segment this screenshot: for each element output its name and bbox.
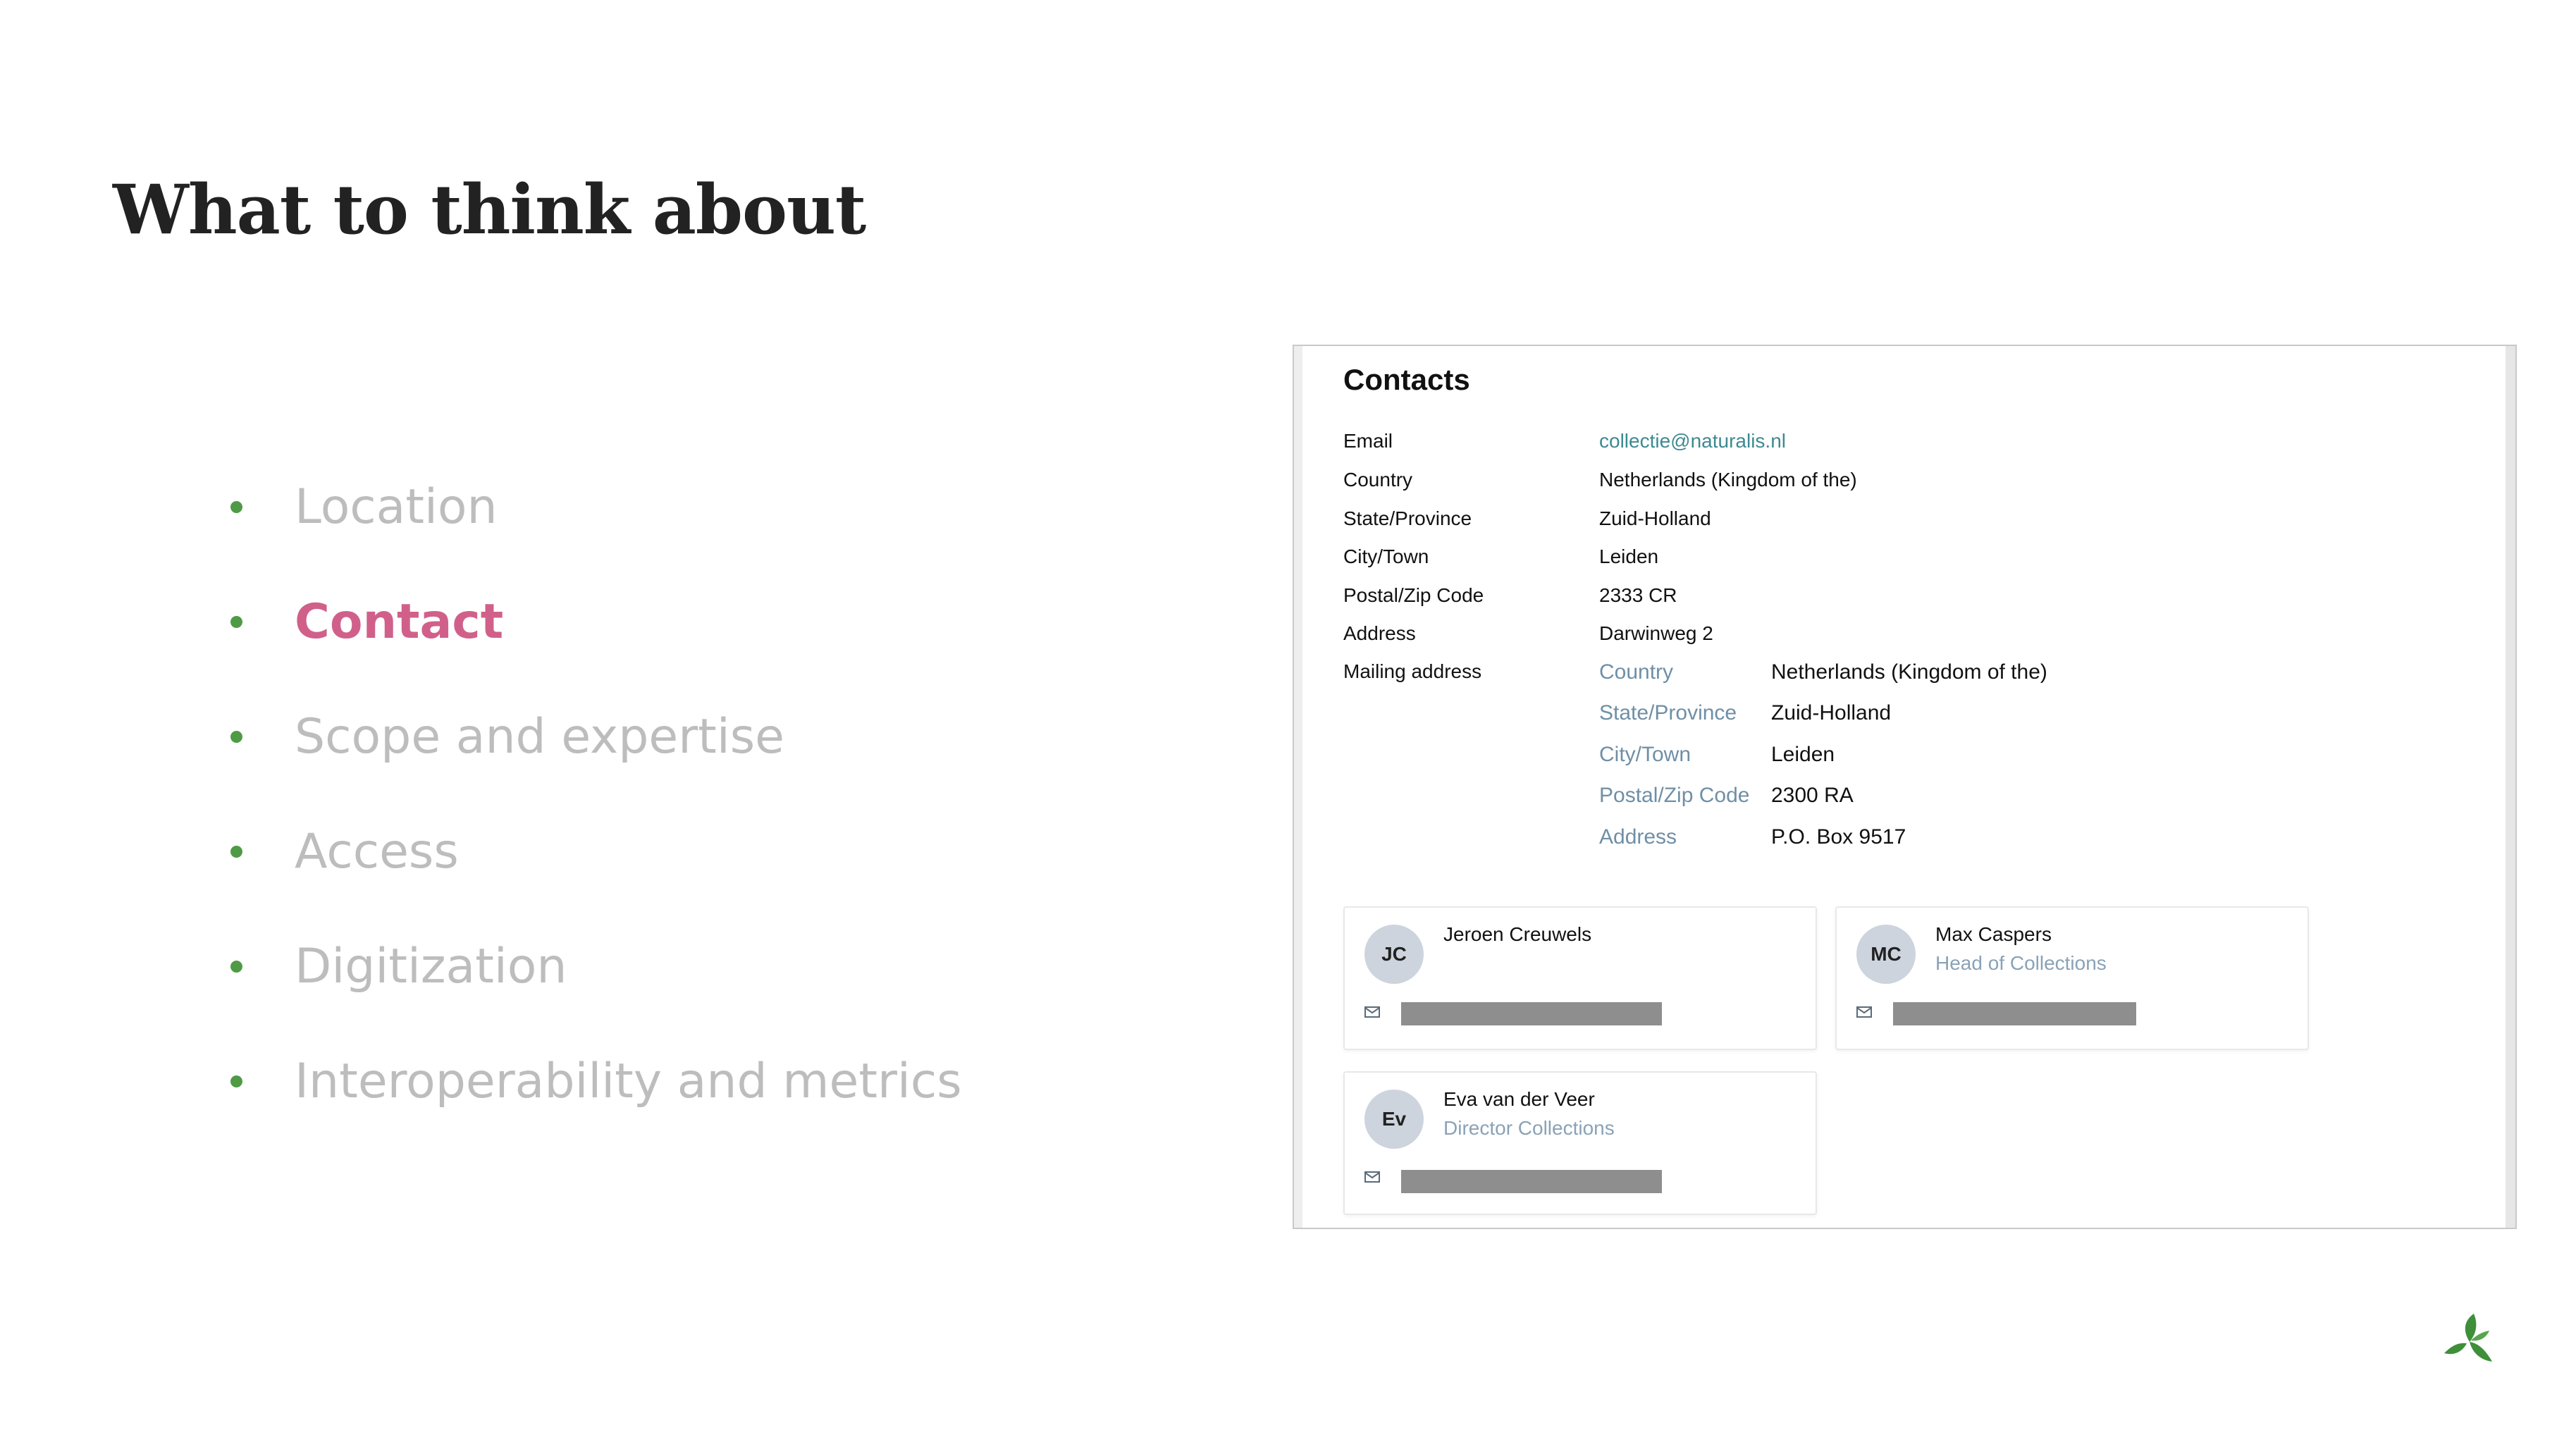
bullet-dot-icon xyxy=(230,846,242,858)
panel-scrollbar[interactable] xyxy=(2506,346,2515,1228)
topic-label: Digitization xyxy=(295,939,567,994)
row-label: Email xyxy=(1343,430,1393,452)
row-label: Country xyxy=(1343,469,1413,491)
row-label: City/Town xyxy=(1343,545,1429,567)
bullet-dot-icon xyxy=(230,501,242,513)
person-card-jeroen[interactable]: JC Jeroen Creuwels xyxy=(1343,906,1817,1050)
contacts-screenshot-panel: Contacts Email collectie@naturalis.nl Co… xyxy=(1293,345,2517,1229)
mailing-label: Address xyxy=(1599,825,1677,849)
leaf-logo-icon xyxy=(2444,1314,2492,1362)
mail-icon[interactable] xyxy=(1364,1006,1380,1018)
row-label: Postal/Zip Code xyxy=(1343,584,1484,606)
person-role: Head of Collections xyxy=(1935,952,2107,974)
row-value: Darwinweg 2 xyxy=(1599,622,1713,644)
person-card-eva[interactable]: Ev Eva van der Veer Director Collections xyxy=(1343,1071,1817,1215)
mailing-label: State/Province xyxy=(1599,701,1737,724)
person-role: Director Collections xyxy=(1443,1117,1615,1139)
mailing-value: Leiden xyxy=(1771,743,1835,766)
row-value: Netherlands (Kingdom of the) xyxy=(1599,469,1857,491)
mailing-label: City/Town xyxy=(1599,743,1691,766)
bullet-dot-icon xyxy=(230,616,242,628)
mail-icon[interactable] xyxy=(1364,1171,1380,1183)
mailing-value: 2300 RA xyxy=(1771,784,1854,807)
row-value: 2333 CR xyxy=(1599,584,1677,606)
mail-icon[interactable] xyxy=(1856,1006,1872,1018)
mailing-label: Postal/Zip Code xyxy=(1599,784,1750,807)
row-label: Mailing address xyxy=(1343,660,1482,682)
row-label: State/Province xyxy=(1343,507,1472,529)
mailing-value: Netherlands (Kingdom of the) xyxy=(1771,660,2047,684)
email-link[interactable]: collectie@naturalis.nl xyxy=(1599,427,1786,455)
topic-label: Access xyxy=(295,824,459,880)
topic-label: Scope and expertise xyxy=(295,709,784,765)
person-name: Eva van der Veer xyxy=(1443,1088,1595,1110)
row-value: Leiden xyxy=(1599,545,1659,567)
topic-label: Location xyxy=(295,479,498,535)
slide-title: What to think about xyxy=(113,170,866,249)
avatar: JC xyxy=(1364,925,1424,984)
topic-label: Interoperability and metrics xyxy=(295,1054,962,1109)
bullet-dot-icon xyxy=(230,961,242,973)
row-label: Address xyxy=(1343,622,1416,644)
redacted-email xyxy=(1401,1170,1662,1193)
row-value: Zuid-Holland xyxy=(1599,507,1711,529)
bullet-dot-icon xyxy=(230,731,242,743)
mailing-value: Zuid-Holland xyxy=(1771,701,1892,724)
mailing-value: P.O. Box 9517 xyxy=(1771,825,1906,849)
redacted-email xyxy=(1893,1002,2136,1025)
person-name: Jeroen Creuwels xyxy=(1443,923,1592,945)
redacted-email xyxy=(1401,1002,1662,1025)
panel-left-edge xyxy=(1294,346,1302,1228)
avatar: MC xyxy=(1856,925,1916,984)
bullet-dot-icon xyxy=(230,1075,242,1087)
contacts-heading: Contacts xyxy=(1343,363,1470,396)
mailing-label: Country xyxy=(1599,660,1674,684)
topic-label: Contact xyxy=(295,594,504,650)
person-card-max[interactable]: MC Max Caspers Head of Collections xyxy=(1835,906,2309,1050)
person-name: Max Caspers xyxy=(1935,923,2052,945)
avatar: Ev xyxy=(1364,1090,1424,1149)
